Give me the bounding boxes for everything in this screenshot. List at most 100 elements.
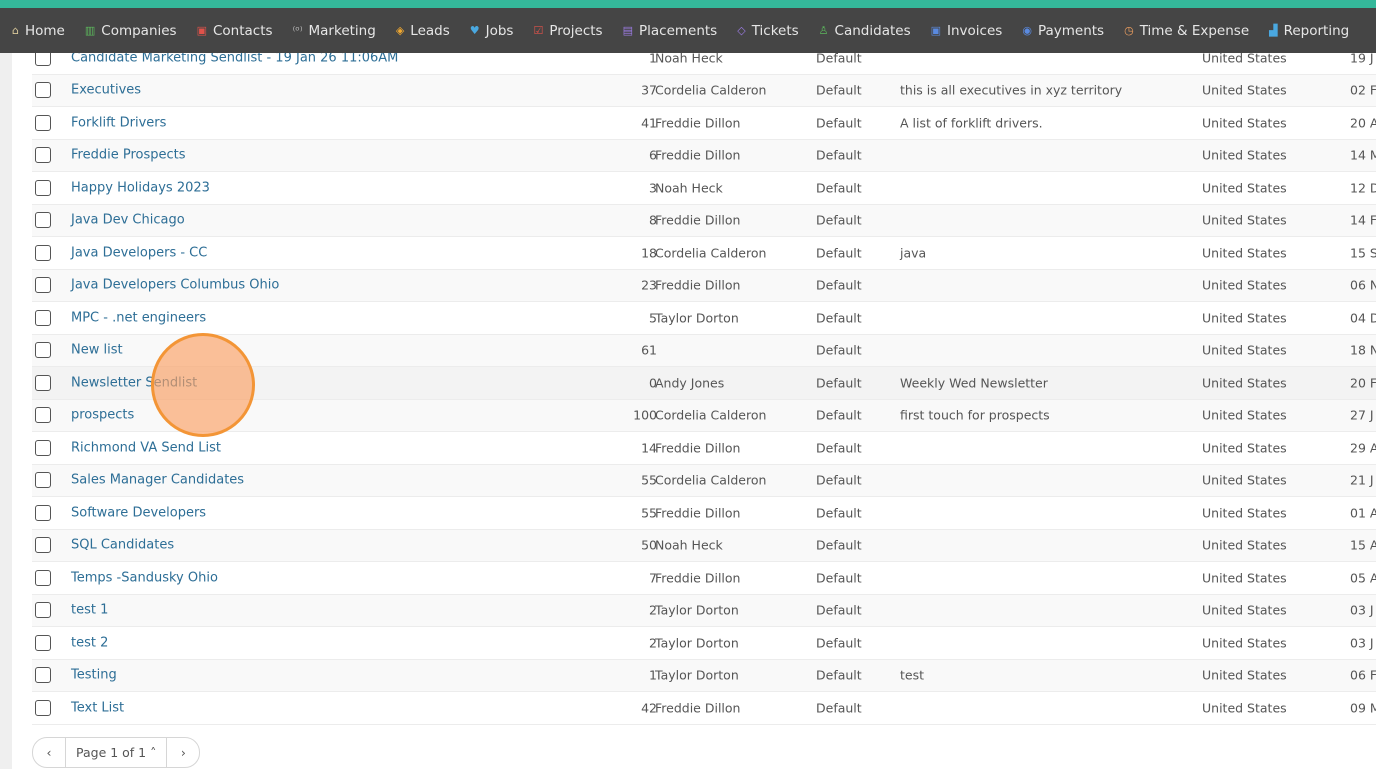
- cell-owner: Freddie Dillon: [655, 700, 741, 716]
- nav-jobs[interactable]: ♥ Jobs: [470, 23, 514, 39]
- list-name-link[interactable]: Software Developers: [71, 505, 206, 520]
- table-row: Happy Holidays 2023 3 Noah Heck Default Unit…: [32, 172, 1376, 205]
- list-name-link[interactable]: SQL Candidates: [71, 538, 174, 553]
- cell-country: United States: [1202, 667, 1287, 683]
- next-page-button[interactable]: ›: [167, 745, 199, 760]
- row-checkbox[interactable]: [35, 537, 51, 554]
- row-checkbox[interactable]: [35, 504, 51, 521]
- row-checkbox[interactable]: [35, 439, 51, 456]
- nav-label: Candidates: [834, 22, 911, 39]
- row-checkbox[interactable]: [35, 407, 51, 424]
- row-checkbox[interactable]: [35, 472, 51, 489]
- table-row: Testing 1 Taylor Dorton Default test United S…: [32, 659, 1376, 692]
- list-name-link[interactable]: test 1: [71, 603, 108, 618]
- table-row: Sales Manager Candidates 55 Cordelia Calde…: [32, 464, 1376, 497]
- cell-owner: Cordelia Calderon: [655, 472, 767, 488]
- list-name-link[interactable]: New list: [71, 343, 123, 358]
- nav-time-expense[interactable]: ◷ Time & Expense: [1124, 23, 1249, 39]
- table-row: Text List 42 Freddie Dillon Default United S…: [32, 692, 1376, 725]
- prev-page-button[interactable]: ‹: [33, 745, 65, 760]
- cell-description: test: [900, 667, 925, 683]
- row-checkbox[interactable]: [35, 699, 51, 716]
- list-name-link[interactable]: Richmond VA Send List: [71, 440, 221, 455]
- row-checkbox[interactable]: [35, 309, 51, 326]
- cell-country: United States: [1202, 342, 1287, 358]
- page-select[interactable]: Page 1 of 1 ˄: [65, 738, 168, 767]
- row-checkbox[interactable]: [35, 374, 51, 391]
- table-row: Forklift Drivers 41 Freddie Dillon Default A…: [32, 107, 1376, 140]
- target-icon: ◈: [395, 24, 405, 37]
- cell-type: Default: [816, 472, 862, 488]
- row-checkbox[interactable]: [35, 82, 51, 99]
- row-checkbox[interactable]: [35, 342, 51, 359]
- cell-type: Default: [816, 570, 862, 586]
- cell-date: 01 A: [1350, 505, 1376, 521]
- row-checkbox[interactable]: [35, 602, 51, 619]
- cell-country: United States: [1202, 277, 1287, 293]
- nav-companies[interactable]: ▥ Companies: [85, 23, 177, 39]
- cell-country: United States: [1202, 82, 1287, 98]
- table-row: New list 61 Default United States 18 N: [32, 334, 1376, 367]
- list-name-link[interactable]: Forklift Drivers: [71, 115, 166, 130]
- list-name-link[interactable]: test 2: [71, 635, 108, 650]
- row-checkbox[interactable]: [35, 179, 51, 196]
- list-name-link[interactable]: Testing: [71, 668, 117, 683]
- nav-payments[interactable]: ◉ Payments: [1022, 23, 1104, 39]
- list-name-link[interactable]: Text List: [71, 700, 124, 715]
- nav-candidates[interactable]: ♙ Candidates: [819, 23, 911, 39]
- table-row: test 1 2 Taylor Dorton Default United States…: [32, 594, 1376, 627]
- nav-label: Reporting: [1283, 22, 1350, 39]
- row-checkbox[interactable]: [35, 634, 51, 651]
- list-name-link[interactable]: Happy Holidays 2023: [71, 180, 210, 195]
- content-area: Candidate Marketing Sendlist - 19 Jan 26…: [12, 0, 1376, 769]
- list-name-link[interactable]: Freddie Prospects: [71, 148, 186, 163]
- nav-tickets[interactable]: ◇ Tickets: [737, 23, 798, 39]
- cell-country: United States: [1202, 212, 1287, 228]
- cell-date: 27 J: [1350, 407, 1374, 423]
- cell-date: 15 A: [1350, 537, 1376, 553]
- cell-type: Default: [816, 505, 862, 521]
- list-name-link[interactable]: MPC - .net engineers: [71, 310, 206, 325]
- row-checkbox[interactable]: [35, 667, 51, 684]
- cell-description: java: [900, 245, 927, 261]
- row-checkbox[interactable]: [35, 244, 51, 261]
- list-name-link[interactable]: Java Developers - CC: [71, 245, 207, 260]
- list-name-link[interactable]: Sales Manager Candidates: [71, 473, 244, 488]
- list-name-link[interactable]: Executives: [71, 83, 141, 98]
- cell-date: 29 A: [1350, 440, 1376, 456]
- cell-type: Default: [816, 602, 862, 618]
- cell-date: 21 J: [1350, 472, 1374, 488]
- table-row: MPC - .net engineers 5 Taylor Dorton Defaul…: [32, 302, 1376, 335]
- list-name-link[interactable]: Temps -Sandusky Ohio: [71, 570, 218, 585]
- cell-type: Default: [816, 147, 862, 163]
- list-name-link[interactable]: prospects: [71, 408, 134, 423]
- cell-country: United States: [1202, 635, 1287, 651]
- list-name-link[interactable]: Java Dev Chicago: [71, 213, 185, 228]
- nav-marketing[interactable]: ⁽ᵒ⁾ Marketing: [293, 23, 376, 39]
- nav-placements[interactable]: ▤ Placements: [623, 23, 718, 39]
- nav-leads[interactable]: ◈ Leads: [396, 23, 450, 39]
- nav-reporting[interactable]: ▟ Reporting: [1269, 23, 1349, 39]
- nav-projects[interactable]: ☑ Projects: [533, 23, 602, 39]
- row-checkbox[interactable]: [35, 114, 51, 131]
- nav-label: Payments: [1037, 22, 1105, 39]
- cell-country: United States: [1202, 570, 1287, 586]
- cell-date: 05 A: [1350, 570, 1376, 586]
- cell-owner: Freddie Dillon: [655, 440, 741, 456]
- cell-date: 09 M: [1350, 700, 1376, 716]
- ticket-icon: ◇: [737, 24, 746, 37]
- cell-owner: Freddie Dillon: [655, 277, 741, 293]
- cell-type: Default: [816, 212, 862, 228]
- bar-chart-icon: ▟: [1269, 24, 1278, 37]
- nav-invoices[interactable]: ▣ Invoices: [931, 23, 1003, 39]
- cell-type: Default: [816, 440, 862, 456]
- row-checkbox[interactable]: [35, 277, 51, 294]
- nav-home[interactable]: ⌂ Home: [12, 23, 65, 39]
- row-checkbox[interactable]: [35, 147, 51, 164]
- main-nav: ⌂ Home ▥ Companies ▣ Contacts ⁽ᵒ⁾ Marketing ◈ Lea…: [0, 8, 1376, 53]
- list-name-link[interactable]: Java Developers Columbus Ohio: [71, 278, 279, 293]
- row-checkbox[interactable]: [35, 212, 51, 229]
- list-name-link[interactable]: Newsletter Sendlist: [71, 375, 197, 390]
- nav-contacts[interactable]: ▣ Contacts: [197, 23, 273, 39]
- row-checkbox[interactable]: [35, 569, 51, 586]
